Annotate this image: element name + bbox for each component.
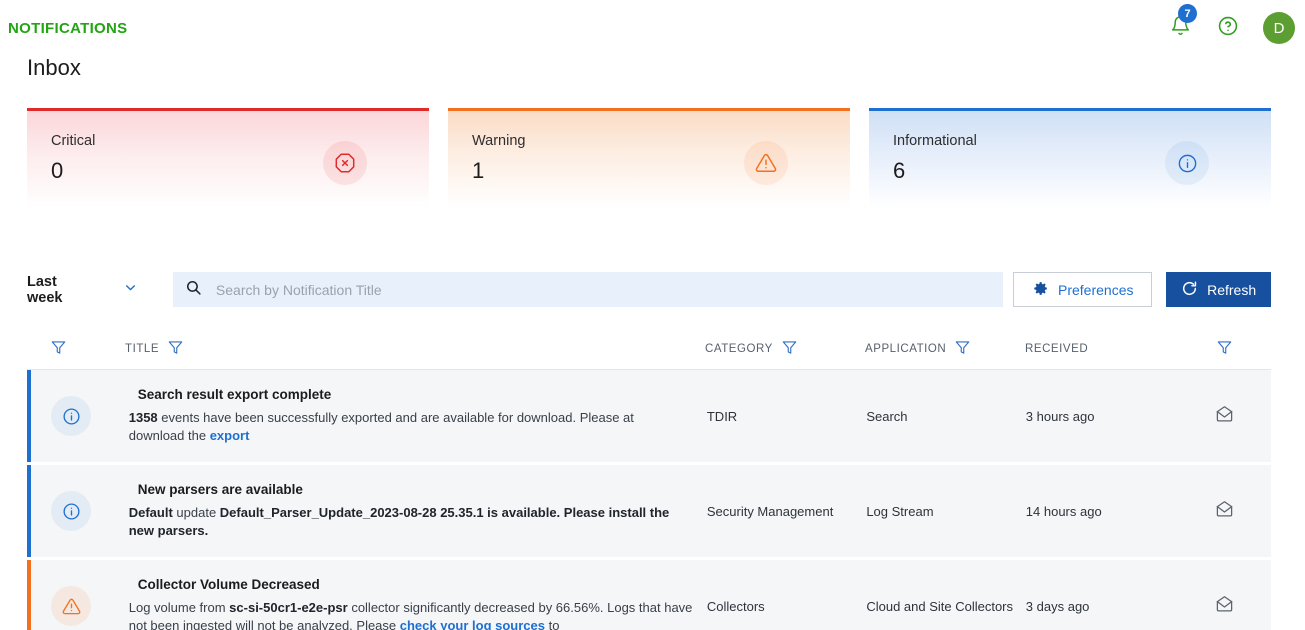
column-header-application: APPLICATION <box>865 340 1025 358</box>
column-header-actions <box>1177 340 1271 358</box>
filter-funnel-icon[interactable] <box>168 340 183 358</box>
envelope-icon[interactable] <box>1215 500 1234 522</box>
row-actions-cell <box>1177 560 1271 630</box>
row-severity-cell <box>31 370 129 462</box>
row-category-cell: Collectors <box>706 598 765 614</box>
app-brand-label: NOTIFICATIONS <box>8 19 128 37</box>
notification-count-badge: 7 <box>1178 4 1197 23</box>
row-title-cell: Search result export complete 1358 events… <box>129 370 707 462</box>
info-circle-icon <box>51 491 91 531</box>
preferences-button-label: Preferences <box>1058 281 1134 298</box>
table-header-row: TITLE CATEGORY APPLICATION RECEIVED <box>27 328 1271 370</box>
column-header-received-label: RECEIVED <box>1025 342 1089 355</box>
notification-body: Default update Default_Parser_Update_202… <box>128 505 670 538</box>
octagon-x-icon <box>323 141 367 185</box>
row-application-cell: Search <box>866 408 908 424</box>
row-category-cell: TDIR <box>706 408 738 424</box>
notification-body-link[interactable]: check your log sources <box>400 618 545 630</box>
summary-card-warning[interactable]: Warning 1 <box>448 108 850 208</box>
column-header-category-label: CATEGORY <box>705 342 773 355</box>
help-button[interactable] <box>1215 15 1241 41</box>
row-application-cell: Cloud and Site Collectors <box>866 598 1014 614</box>
summary-card-informational[interactable]: Informational 6 <box>869 108 1271 208</box>
row-category-cell: Security Management <box>706 503 834 519</box>
severity-summary-cards: Critical 0 Warning 1 Informational 6 <box>27 108 1271 208</box>
summary-card-critical[interactable]: Critical 0 <box>27 108 429 208</box>
filter-funnel-icon[interactable] <box>955 340 970 358</box>
row-severity-cell <box>31 560 129 630</box>
column-header-received: RECEIVED <box>1025 343 1177 355</box>
notification-body: 1358 events have been successfully expor… <box>128 410 634 443</box>
search-input[interactable] <box>215 281 992 298</box>
search-icon <box>185 279 202 301</box>
column-header-title-label: TITLE <box>125 342 160 355</box>
table-row[interactable]: Collector Volume Decreased Log volume fro… <box>27 560 1271 630</box>
filter-funnel-icon[interactable] <box>782 340 797 358</box>
row-received-cell: 3 hours ago <box>1025 408 1095 424</box>
notifications-table: TITLE CATEGORY APPLICATION RECEIVED Sear… <box>27 328 1271 630</box>
info-circle-icon <box>51 396 91 436</box>
gear-icon <box>1032 280 1049 300</box>
refresh-button[interactable]: Refresh <box>1166 272 1271 307</box>
notifications-bell-button[interactable]: 7 <box>1167 4 1197 41</box>
preferences-button[interactable]: Preferences <box>1013 272 1153 307</box>
row-application-cell: Log Stream <box>866 503 934 519</box>
notifications-toolbar: Last week Preferences <box>27 272 1271 307</box>
row-title-cell: Collector Volume Decreased Log volume fro… <box>129 560 707 630</box>
time-range-dropdown[interactable]: Last week <box>27 274 143 306</box>
table-body: Search result export complete 1358 events… <box>27 370 1271 630</box>
column-header-title: TITLE <box>125 340 705 358</box>
refresh-button-label: Refresh <box>1207 281 1257 298</box>
page-title: Inbox <box>27 55 81 80</box>
time-range-value: Last week <box>27 273 63 306</box>
notification-title: New parsers are available <box>137 482 303 497</box>
search-box[interactable] <box>172 272 1004 307</box>
notification-title: Search result export complete <box>137 387 332 402</box>
info-circle-icon <box>1165 141 1209 185</box>
notifications-page: NOTIFICATIONS 7 D Inbox Critical 0 Warni… <box>0 0 1305 630</box>
table-row[interactable]: New parsers are available Default update … <box>27 465 1271 557</box>
column-header-application-label: APPLICATION <box>865 342 947 355</box>
table-row[interactable]: Search result export complete 1358 events… <box>27 370 1271 462</box>
notification-body: Log volume from sc-si-50cr1-e2e-psr coll… <box>129 599 693 630</box>
notification-body-link[interactable]: export <box>210 428 250 443</box>
row-severity-cell <box>31 465 129 557</box>
user-avatar[interactable]: D <box>1263 12 1295 44</box>
filter-funnel-icon[interactable] <box>51 340 66 358</box>
envelope-icon[interactable] <box>1215 595 1234 617</box>
top-bar: NOTIFICATIONS 7 D <box>0 0 1305 56</box>
row-actions-cell <box>1177 465 1271 557</box>
column-header-category: CATEGORY <box>705 340 865 358</box>
row-title-cell: New parsers are available Default update … <box>129 465 707 557</box>
column-header-severity <box>27 340 125 358</box>
row-received-cell: 14 hours ago <box>1025 503 1102 519</box>
help-circle-icon <box>1217 15 1239 42</box>
filter-funnel-icon[interactable] <box>1217 340 1232 358</box>
warning-triangle-icon <box>51 586 91 626</box>
envelope-icon[interactable] <box>1215 405 1234 427</box>
top-bar-actions: 7 D <box>1167 0 1295 56</box>
notification-title: Collector Volume Decreased <box>137 577 320 592</box>
warning-triangle-icon <box>744 141 788 185</box>
chevron-down-icon <box>124 281 137 298</box>
row-received-cell: 3 days ago <box>1025 598 1090 614</box>
refresh-icon <box>1181 280 1198 300</box>
row-actions-cell <box>1177 370 1271 462</box>
